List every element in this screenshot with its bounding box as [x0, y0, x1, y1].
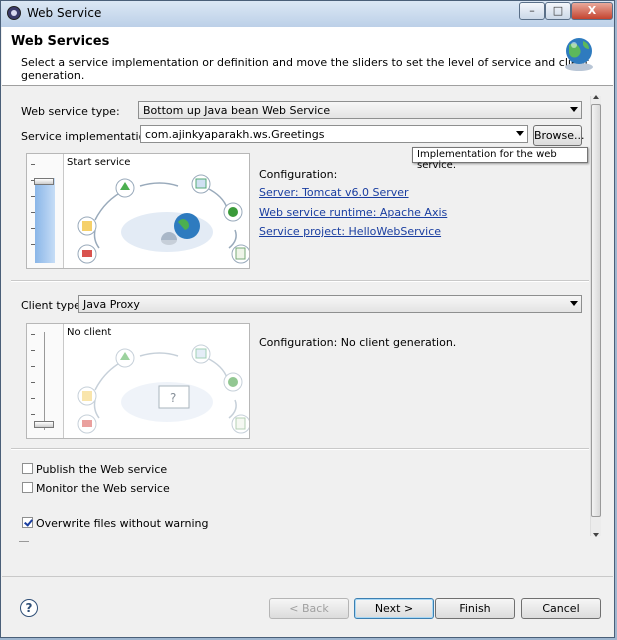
finish-button[interactable]: Finish	[435, 598, 515, 619]
runtime-link[interactable]: Web service runtime: Apache Axis	[259, 206, 447, 219]
client-slider-thumb[interactable]	[34, 421, 54, 428]
publish-checkbox[interactable]	[22, 463, 33, 474]
browse-button[interactable]: Browse...	[533, 125, 585, 146]
project-link[interactable]: Service project: HelloWebService	[259, 225, 441, 238]
svg-text:?: ?	[170, 391, 176, 405]
scroll-up-icon[interactable]	[593, 95, 599, 99]
minimize-button[interactable]: –	[519, 2, 545, 20]
service-diagram-icon	[77, 174, 249, 264]
chevron-down-icon	[516, 131, 524, 136]
page-description: Select a service implementation or defin…	[21, 56, 589, 82]
tooltip: Implementation for the web service.	[412, 147, 588, 171]
footer-separator	[2, 576, 613, 577]
globe-icon	[565, 38, 593, 71]
vertical-scrollbar[interactable]	[590, 95, 601, 537]
service-impl-input[interactable]: com.ajinkyaparakh.ws.Greetings	[140, 125, 528, 143]
service-level-label: Start service	[67, 157, 131, 168]
service-slider-track[interactable]	[27, 154, 64, 268]
service-slider-thumb[interactable]	[34, 178, 54, 185]
client-type-label: Client type:	[21, 299, 85, 312]
wizard-content: Web service type: Bottom up Java bean We…	[2, 86, 613, 551]
client-slider-panel: No client ?	[26, 323, 250, 439]
help-icon[interactable]: ?	[20, 599, 38, 617]
service-type-combo[interactable]: Bottom up Java bean Web Service	[138, 101, 582, 119]
window-title: Web Service	[27, 6, 102, 20]
chevron-down-icon	[570, 107, 578, 112]
wizard-window: Web Service – □ X Web Services Select a …	[0, 0, 615, 638]
close-button[interactable]: X	[571, 2, 613, 20]
service-impl-label: Service implementation:	[21, 130, 157, 143]
overwrite-checkbox[interactable]	[22, 517, 33, 528]
service-impl-value: com.ajinkyaparakh.ws.Greetings	[145, 128, 325, 141]
service-config-label: Configuration:	[259, 168, 338, 181]
page-title: Web Services	[11, 34, 110, 49]
client-type-value: Java Proxy	[83, 298, 140, 311]
monitor-checkbox[interactable]	[22, 482, 33, 493]
divider	[19, 541, 29, 542]
client-slider-track[interactable]	[27, 324, 64, 438]
next-button[interactable]: Next >	[354, 598, 434, 619]
title-bar: Web Service – □ X	[1, 1, 614, 27]
eclipse-icon	[7, 6, 21, 20]
wizard-header: Web Services Select a service implementa…	[2, 27, 613, 86]
scrollbar-thumb[interactable]	[591, 104, 601, 517]
service-slider-panel: Start service	[26, 153, 250, 269]
publish-label: Publish the Web service	[36, 463, 168, 476]
service-type-value: Bottom up Java bean Web Service	[143, 104, 331, 117]
monitor-label: Monitor the Web service	[36, 482, 170, 495]
client-type-combo[interactable]: Java Proxy	[78, 295, 582, 313]
client-diagram-icon: ?	[77, 344, 249, 434]
overwrite-label: Overwrite files without warning	[36, 517, 209, 530]
client-config-text: Configuration: No client generation.	[259, 336, 457, 349]
service-type-label: Web service type:	[21, 105, 120, 118]
scroll-down-icon[interactable]	[593, 533, 599, 537]
client-level-label: No client	[67, 327, 112, 338]
chevron-down-icon	[570, 301, 578, 306]
maximize-button[interactable]: □	[545, 2, 571, 20]
separator	[11, 448, 589, 450]
separator	[11, 280, 589, 282]
server-link[interactable]: Server: Tomcat v6.0 Server	[259, 186, 409, 199]
cancel-button[interactable]: Cancel	[521, 598, 601, 619]
back-button[interactable]: < Back	[269, 598, 349, 619]
